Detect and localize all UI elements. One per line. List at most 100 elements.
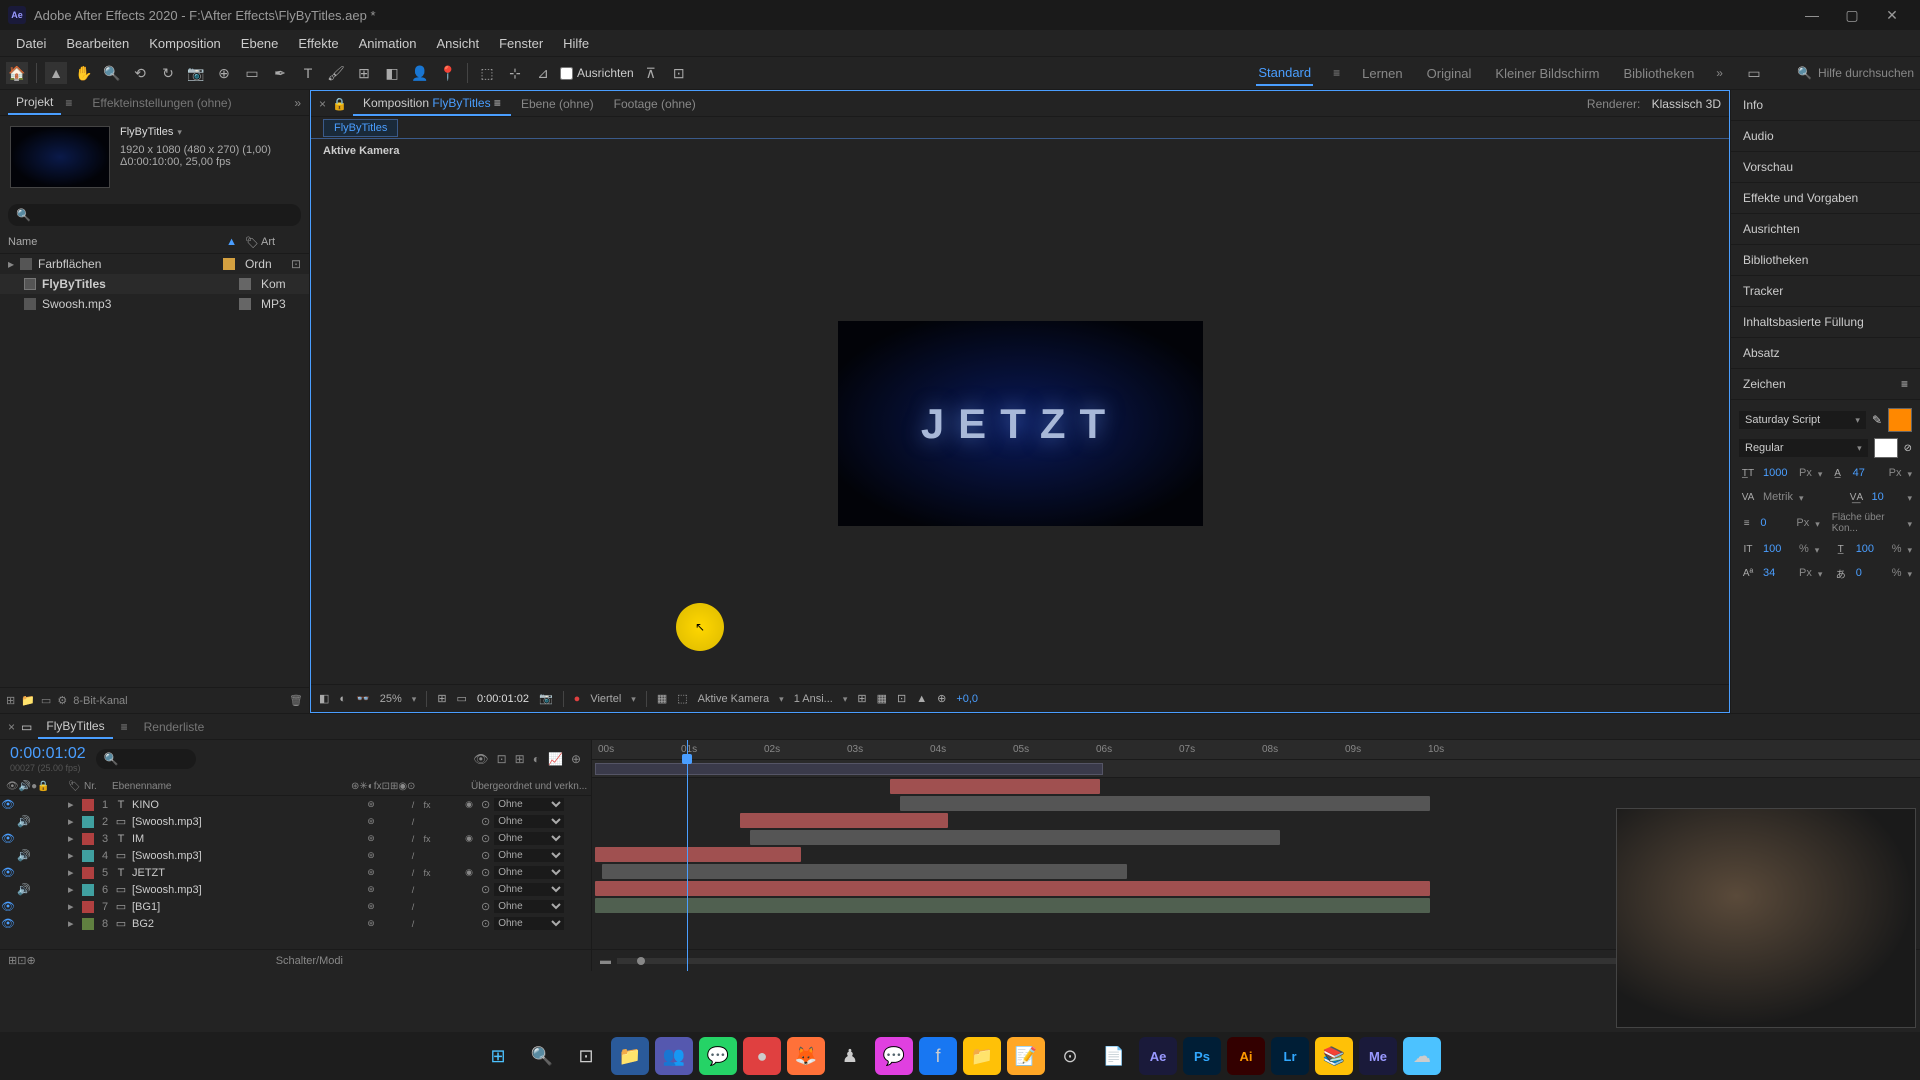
panel-ausrichten[interactable]: Ausrichten: [1731, 214, 1920, 245]
eyedropper-icon[interactable]: ✎: [1872, 413, 1882, 427]
workspace-lernen[interactable]: Lernen: [1360, 62, 1404, 85]
zoom-tool[interactable]: 🔍: [101, 62, 123, 84]
pixel-icon[interactable]: ⊡: [897, 692, 906, 705]
layer-bar-3[interactable]: [740, 813, 948, 828]
timeline-layer[interactable]: 👁 ▸ 5 T JETZT ⊛ /fx ◉ ⊙Ohne: [0, 864, 591, 881]
text-tool[interactable]: T: [297, 62, 319, 84]
zoom-out-icon[interactable]: ▬: [600, 955, 611, 967]
panel-inhalt[interactable]: Inhaltsbasierte Füllung: [1731, 307, 1920, 338]
composition-viewer[interactable]: JETZT ↖: [311, 163, 1729, 684]
new-folder-icon[interactable]: 📁: [21, 694, 35, 707]
menu-komposition[interactable]: Komposition: [139, 32, 231, 55]
renderlist-tab[interactable]: Renderliste: [136, 716, 213, 738]
ausrichten-checkbox[interactable]: [560, 67, 573, 80]
taskview-icon[interactable]: ⊡: [567, 1037, 605, 1075]
trash-icon[interactable]: 🗑: [289, 694, 303, 707]
guides-icon[interactable]: ▦: [877, 692, 887, 705]
project-item-comp[interactable]: FlyByTitles Kom: [0, 274, 309, 294]
timeline-layer[interactable]: 🔊 ▸ 6 ▭ [Swoosh.mp3] ⊛ / ⊙Ohne: [0, 881, 591, 898]
work-area[interactable]: [595, 763, 1103, 775]
noswap-icon[interactable]: ⊘: [1904, 443, 1912, 454]
motion-blur-icon[interactable]: ◐: [533, 752, 540, 766]
project-search[interactable]: 🔍: [8, 204, 301, 226]
snap3-tool[interactable]: ⊿: [532, 62, 554, 84]
messenger-icon[interactable]: 💬: [875, 1037, 913, 1075]
panel-audio[interactable]: Audio: [1731, 121, 1920, 152]
whatsapp-icon[interactable]: 💬: [699, 1037, 737, 1075]
notes-icon[interactable]: 📝: [1007, 1037, 1045, 1075]
leading[interactable]: 47: [1853, 467, 1883, 479]
timecode-icon[interactable]: ⊕: [937, 692, 946, 705]
snapshot-icon[interactable]: 📷: [539, 692, 553, 705]
timeline-layer[interactable]: 🔊 ▸ 4 ▭ [Swoosh.mp3] ⊛ / ⊙Ohne: [0, 847, 591, 864]
roto-tool[interactable]: 👤: [409, 62, 431, 84]
project-header-name[interactable]: Name: [8, 236, 226, 249]
menu-ebene[interactable]: Ebene: [231, 32, 289, 55]
project-item-folder[interactable]: ▸ Farbflächen Ordn ⊡: [0, 254, 309, 274]
timeline-layer[interactable]: 👁 ▸ 7 ▭ [BG1] ⊛ / ⊙Ohne: [0, 898, 591, 915]
timeline-layer[interactable]: 👁 ▸ 1 T KINO ⊛ /fx ◉ ⊙Ohne: [0, 796, 591, 813]
tab-projekt[interactable]: Projekt: [8, 91, 61, 115]
toggle2-icon[interactable]: ⊡: [17, 954, 26, 967]
explorer-icon[interactable]: 📁: [611, 1037, 649, 1075]
eraser-tool[interactable]: ◧: [381, 62, 403, 84]
ai-app-icon[interactable]: Ai: [1227, 1037, 1265, 1075]
tab-effekte[interactable]: Effekteinstellungen (ohne): [84, 92, 239, 114]
mask-icon[interactable]: ◐: [339, 693, 346, 705]
tracking[interactable]: 10: [1871, 491, 1901, 503]
workspace-reset-icon[interactable]: ▭: [1743, 62, 1765, 84]
workspace-kleiner[interactable]: Kleiner Bildschirm: [1493, 62, 1601, 85]
firefox-icon[interactable]: 🦊: [787, 1037, 825, 1075]
renderer-value[interactable]: Klassisch 3D: [1652, 97, 1721, 111]
layer-bar-2[interactable]: [900, 796, 1430, 811]
fast-icon[interactable]: ▲: [916, 693, 927, 705]
brush-tool[interactable]: 🖌: [325, 62, 347, 84]
app1-icon[interactable]: ●: [743, 1037, 781, 1075]
layer-bar-5[interactable]: [595, 847, 801, 862]
ps-app-icon[interactable]: Ps: [1183, 1037, 1221, 1075]
current-time[interactable]: 0:00:01:02: [477, 693, 529, 705]
snap2-tool[interactable]: ⊹: [504, 62, 526, 84]
facebook-icon[interactable]: f: [919, 1037, 957, 1075]
snap-layer-icon[interactable]: ⊡: [668, 62, 690, 84]
tab-komposition[interactable]: Komposition FlyByTitles ≡: [353, 92, 511, 116]
hscale[interactable]: 100: [1856, 543, 1886, 555]
maximize-button[interactable]: ▢: [1832, 0, 1872, 30]
toggle3-icon[interactable]: ⊕: [26, 954, 35, 967]
fill-color[interactable]: [1888, 408, 1912, 432]
tab-ebene[interactable]: Ebene (ohne): [511, 93, 604, 115]
channels-icon[interactable]: ●: [574, 693, 581, 705]
teams-icon[interactable]: 👥: [655, 1037, 693, 1075]
rotate-tool[interactable]: ↻: [157, 62, 179, 84]
frame-blend-icon[interactable]: ⊞: [515, 752, 525, 766]
comp-breadcrumb[interactable]: FlyByTitles: [323, 119, 398, 137]
workspace-original[interactable]: Original: [1425, 62, 1474, 85]
orbit-tool[interactable]: ⟲: [129, 62, 151, 84]
start-icon[interactable]: ⊞: [479, 1037, 517, 1075]
close-button[interactable]: ✕: [1872, 0, 1912, 30]
zoom-value[interactable]: 25%: [380, 693, 402, 705]
ae-app-icon[interactable]: Ae: [1139, 1037, 1177, 1075]
new-comp-icon[interactable]: ▭: [41, 694, 51, 707]
timeline-layer[interactable]: 👁 ▸ 3 T IM ⊛ /fx ◉ ⊙Ohne: [0, 830, 591, 847]
pen-tool[interactable]: ✒: [269, 62, 291, 84]
roi-icon[interactable]: ▭: [457, 692, 467, 705]
timeline-time[interactable]: 0:00:01:02: [10, 745, 86, 763]
header-layer[interactable]: Ebenenname: [112, 781, 351, 792]
layer-bar-4[interactable]: [750, 830, 1280, 845]
project-header-type[interactable]: Art: [261, 236, 301, 249]
goggles-icon[interactable]: 👓: [356, 692, 370, 705]
tab-footage[interactable]: Footage (ohne): [604, 93, 706, 115]
selection-tool[interactable]: ▲: [45, 62, 67, 84]
panel-tracker[interactable]: Tracker: [1731, 276, 1920, 307]
hand-tool[interactable]: ✋: [73, 62, 95, 84]
layer-bar-1[interactable]: [890, 779, 1100, 794]
menu-datei[interactable]: Datei: [6, 32, 56, 55]
search-input[interactable]: Hilfe durchsuchen: [1818, 66, 1914, 80]
schalter-modi[interactable]: Schalter/Modi: [276, 955, 343, 967]
stroke-over[interactable]: Fläche über Kon...: [1832, 512, 1902, 534]
exposure[interactable]: +0,0: [956, 693, 978, 705]
menu-bearbeiten[interactable]: Bearbeiten: [56, 32, 139, 55]
camera-select[interactable]: Aktive Kamera: [698, 693, 770, 705]
snap-tool[interactable]: ⬚: [476, 62, 498, 84]
